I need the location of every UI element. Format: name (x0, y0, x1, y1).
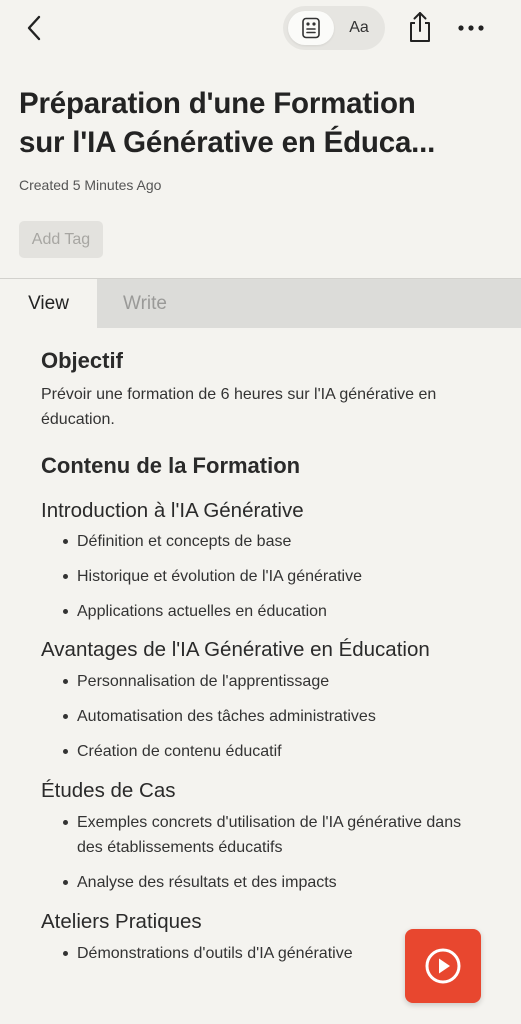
reader-mode-icon (302, 17, 320, 39)
list-item: Exemples concrets d'utilisation de l'IA … (41, 810, 491, 860)
reader-mode-button[interactable] (288, 11, 334, 45)
note-title-line: sur l'IA Générative en Éduca... (19, 126, 436, 159)
list-item: Personnalisation de l'apprentissage (41, 669, 491, 694)
subsection-heading: Avantages de l'IA Générative en Éducatio… (41, 638, 430, 661)
add-tag-button[interactable]: Add Tag (19, 221, 103, 258)
tab-view[interactable]: View (0, 279, 97, 328)
list-item: Analyse des résultats et des impacts (41, 870, 491, 895)
bullet-list: Exemples concrets d'utilisation de l'IA … (41, 810, 491, 895)
top-toolbar: Aa (0, 0, 521, 60)
view-mode-toggle: Aa (283, 6, 385, 50)
note-content: Objectif Prévoir une formation de 6 heur… (41, 328, 491, 966)
share-button[interactable] (403, 8, 437, 46)
note-title: Préparation d'une Formation sur l'IA Gén… (19, 84, 489, 162)
note-screen: Aa Préparation d'une Formation sur l'IA … (0, 0, 521, 1024)
list-item: Automatisation des tâches administrative… (41, 704, 491, 729)
subsection-heading: Études de Cas (41, 779, 176, 802)
subsection-heading: Introduction à l'IA Générative (41, 499, 304, 522)
tab-write[interactable]: Write (97, 279, 521, 328)
back-button[interactable] (18, 12, 50, 44)
note-title-line: Préparation d'une Formation (19, 87, 416, 120)
chevron-left-icon (27, 15, 41, 41)
list-item: Création de contenu éducatif (41, 739, 491, 764)
list-item: Historique et évolution de l'IA générati… (41, 564, 491, 589)
bullet-list: Personnalisation de l'apprentissage Auto… (41, 669, 491, 764)
created-timestamp: Created 5 Minutes Ago (19, 177, 162, 193)
more-options-button[interactable] (452, 14, 490, 42)
bullet-list: Définition et concepts de base Historiqu… (41, 529, 491, 624)
list-item: Applications actuelles en éducation (41, 599, 491, 624)
play-button[interactable] (405, 929, 481, 1003)
play-circle-icon (425, 948, 461, 984)
font-settings-button[interactable]: Aa (337, 11, 381, 45)
section-heading: Contenu de la Formation (41, 453, 301, 478)
section-heading: Objectif (41, 348, 123, 373)
share-icon (410, 12, 430, 42)
view-write-tabs: View Write (0, 278, 521, 328)
paragraph: Prévoir une formation de 6 heures sur l'… (41, 386, 437, 428)
list-item: Définition et concepts de base (41, 529, 491, 554)
more-horizontal-icon (458, 25, 484, 31)
